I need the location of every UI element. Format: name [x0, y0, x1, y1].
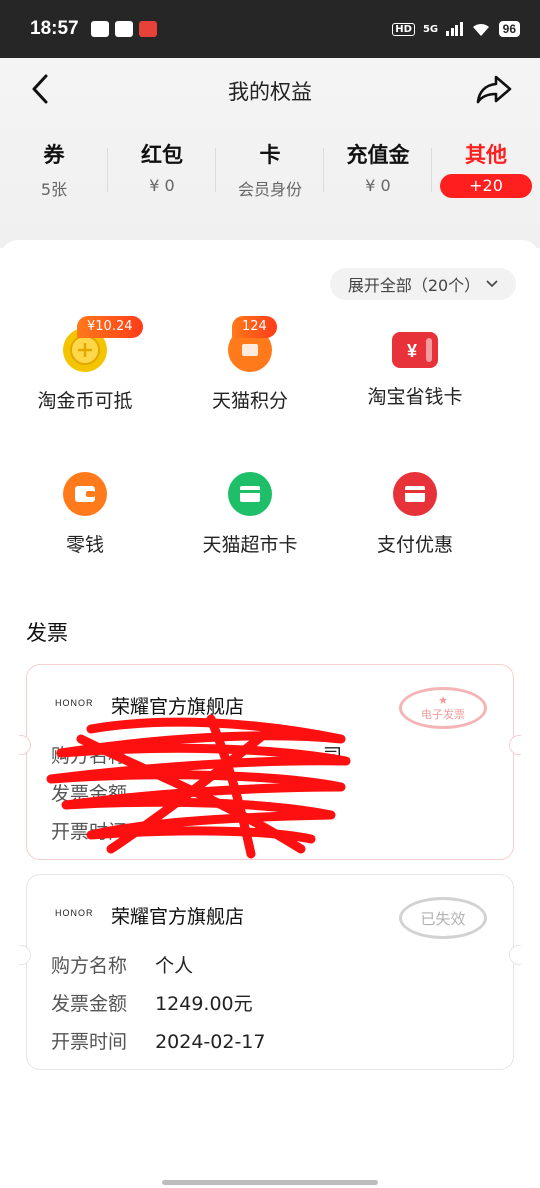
expand-all-label: 展开全部（20个）: [347, 276, 481, 295]
points-icon: 124: [228, 316, 277, 372]
wallet-icon: [63, 472, 107, 516]
page-title: 我的权益: [228, 80, 312, 104]
benefit-savings-card[interactable]: ¥ 淘宝省钱卡: [330, 328, 500, 409]
shopping-notification-icon: [138, 21, 157, 37]
app-notification-icon: [90, 21, 109, 37]
benefit-supermarket-card[interactable]: 天猫超市卡: [165, 472, 335, 557]
svg-text:¥: ¥: [407, 341, 417, 361]
nav-bar: 我的权益: [0, 58, 540, 120]
tab-sub: 会员身份: [237, 180, 302, 199]
benefit-label: 零钱: [65, 534, 104, 556]
benefit-badge: ¥10.24: [77, 316, 143, 338]
row-value: 个人: [155, 955, 194, 977]
status-bar: 18:57 HD 5G 96: [0, 0, 540, 58]
row-value: 1249.00元: [155, 993, 253, 1015]
tab-other[interactable]: 其他 +20: [432, 140, 540, 210]
invoice-buyer-row: 购方名称 个人: [51, 951, 193, 978]
benefit-pay-discount[interactable]: 支付优惠: [330, 472, 500, 557]
e-invoice-stamp: ★ 电子发票: [399, 687, 487, 729]
main-panel: 展开全部（20个） ¥10.24 淘金币可抵 124 天猫积分 ¥ 淘宝省钱卡: [0, 240, 540, 1188]
tab-label: 卡: [259, 143, 281, 167]
supermarket-card-icon: [228, 472, 272, 516]
invoice-date-row: 开票时间 2024-02-17: [51, 1027, 265, 1054]
notification-icons: [90, 21, 157, 37]
pay-discount-icon: [393, 472, 437, 516]
tab-count-badge: +20: [440, 174, 532, 198]
tab-sub: ¥ 0: [149, 176, 175, 195]
expand-all-button[interactable]: 展开全部（20个）: [330, 268, 516, 300]
tab-label: 其他: [465, 143, 507, 167]
invoice-card[interactable]: HONOR 荣耀官方旗舰店 已失效 购方名称 个人 发票金额 1249.00元 …: [19, 874, 521, 1070]
tab-red-packets[interactable]: 红包 ¥ 0: [108, 140, 216, 210]
chevron-down-icon: [486, 280, 498, 288]
tab-label: 券: [43, 143, 65, 167]
home-indicator[interactable]: [162, 1180, 378, 1185]
benefit-label: 淘宝省钱卡: [367, 386, 463, 408]
tab-recharge[interactable]: 充值金 ¥ 0: [324, 140, 432, 210]
invoice-section-title: 发票: [26, 621, 68, 645]
tab-label: 红包: [141, 143, 183, 167]
star-icon: ★: [438, 693, 448, 707]
row-label: 购方名称: [51, 955, 128, 977]
signal-icon: [446, 22, 463, 36]
benefit-label: 天猫超市卡: [202, 534, 298, 556]
stamp-label: 已失效: [420, 909, 466, 928]
benefit-label: 天猫积分: [211, 390, 288, 412]
benefit-tabs: 券 5张 红包 ¥ 0 卡 会员身份 充值金 ¥ 0 其他 +20: [0, 140, 540, 210]
invoice-card[interactable]: HONOR 荣耀官方旗舰店 ★ 电子发票 购方名称 司 发票金额 开票时间: [19, 664, 521, 860]
tab-sub: ¥ 0: [365, 176, 391, 195]
store-name: 荣耀官方旗舰店: [111, 906, 245, 928]
battery-icon: 96: [498, 21, 520, 37]
row-label: 发票金额: [51, 993, 128, 1015]
benefit-taojinbi[interactable]: ¥10.24 淘金币可抵: [0, 316, 170, 413]
share-icon[interactable]: [474, 72, 514, 106]
invoice-amount-row: 发票金额 1249.00元: [51, 989, 253, 1016]
tab-label: 充值金: [346, 143, 410, 167]
chat-notification-icon: [114, 21, 133, 37]
honor-logo: HONOR: [55, 908, 94, 918]
row-value: 2024-02-17: [155, 1031, 266, 1053]
notch: [19, 945, 31, 965]
tab-coupons[interactable]: 券 5张: [0, 140, 108, 210]
benefit-tmall-points[interactable]: 124 天猫积分: [165, 316, 335, 413]
benefit-badge: 124: [232, 316, 277, 338]
row-label: 开票时间: [51, 1031, 128, 1053]
benefit-label: 淘金币可抵: [37, 390, 133, 412]
wifi-icon: [472, 23, 489, 36]
expired-stamp: 已失效: [399, 897, 487, 939]
status-time: 18:57: [30, 18, 79, 39]
tab-cards[interactable]: 卡 会员身份: [216, 140, 324, 210]
notch: [509, 945, 521, 965]
notch: [509, 735, 521, 755]
tab-sub: 5张: [40, 180, 68, 199]
network-type: 5G: [422, 23, 439, 35]
benefit-wallet[interactable]: 零钱: [0, 472, 170, 557]
honor-logo: HONOR: [55, 698, 94, 708]
stamp-label: 电子发票: [421, 707, 465, 721]
top-area: 我的权益 券 5张 红包 ¥ 0 卡 会员身份 充值金 ¥ 0 其他 +20: [0, 58, 540, 248]
benefit-label: 支付优惠: [376, 534, 453, 556]
hd-icon: HD: [392, 22, 415, 36]
savings-card-icon: ¥: [392, 332, 438, 368]
gold-coin-icon: ¥10.24: [63, 316, 143, 372]
redaction-scribble: [46, 714, 351, 859]
